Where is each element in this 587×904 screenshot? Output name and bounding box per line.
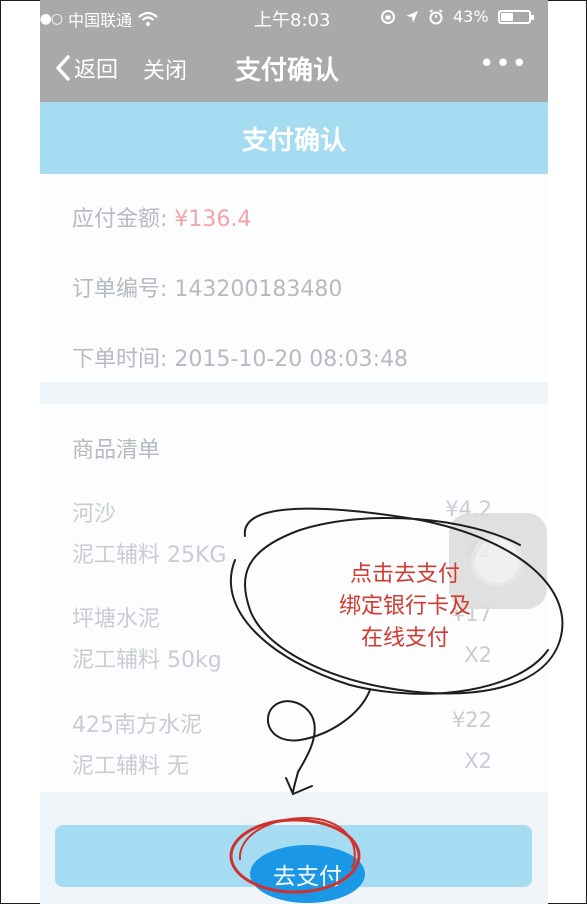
- annotation-line: 点击去支付: [349, 562, 460, 587]
- annotation-line: 绑定银行卡及: [338, 594, 471, 619]
- annotation-line: 在线支付: [360, 626, 449, 651]
- pay-button-highlight-circle: [229, 816, 361, 894]
- annotation-note: 点击去支付 绑定银行卡及 在线支付: [310, 559, 500, 655]
- annotation-scribble: [229, 507, 564, 894]
